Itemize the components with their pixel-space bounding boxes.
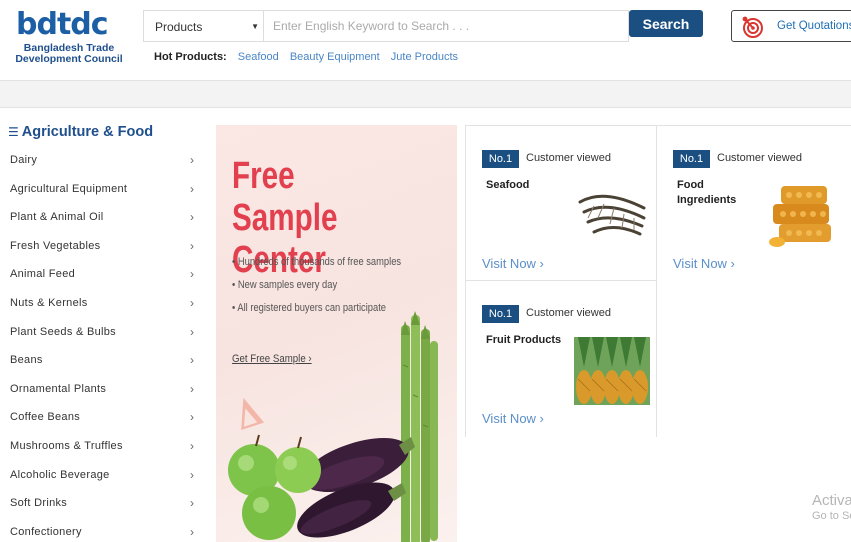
sidebar-item-label: Dairy: [10, 154, 38, 166]
nav-bar: [0, 80, 851, 108]
shrimp-image: [578, 194, 646, 236]
rank-badge: No.1: [673, 150, 710, 168]
chevron-right-icon: ›: [190, 524, 195, 539]
sidebar-item[interactable]: Animal Feed ›: [0, 260, 215, 289]
windows-activation-watermark: Activate Windows Go to Settings: [812, 492, 851, 524]
sidebar-item-label: Plant & Animal Oil: [10, 211, 104, 224]
sidebar-item-label: Nuts & Kernels: [10, 296, 88, 309]
chevron-right-icon: ›: [190, 238, 195, 253]
search-button[interactable]: Search: [629, 10, 703, 37]
sidebar-list: Dairy › Agricultural Equipment › Plant & A…: [0, 146, 215, 542]
product-card[interactable]: No.1 Customer viewed Fruit Products Visi…: [465, 281, 657, 437]
get-quotations-label: Get Quotations: [777, 20, 851, 32]
sidebar-item[interactable]: Agricultural Equipment ›: [0, 175, 215, 204]
target-icon: [742, 16, 763, 38]
chevron-right-icon: ›: [190, 267, 195, 282]
visit-now-link[interactable]: Visit Now ›: [482, 256, 544, 271]
sidebar-item[interactable]: Fresh Vegetables ›: [0, 232, 215, 261]
watermark-line-1: Activate Windows: [812, 492, 851, 509]
chevron-right-icon: ›: [190, 295, 195, 310]
hot-product-link[interactable]: Jute Products: [391, 51, 458, 63]
vegetables-image: [228, 311, 438, 542]
product-name: Fruit Products: [486, 334, 562, 346]
sidebar-item-label: Beans: [10, 354, 43, 367]
sidebar-item[interactable]: Nuts & Kernels ›: [0, 289, 215, 318]
customer-viewed-label: Customer viewed: [526, 307, 611, 319]
banner-title-line: Free Sample: [232, 155, 338, 239]
category-sidebar: ☰ Agriculture & Food Dairy › Agricultural …: [0, 120, 215, 542]
logo-line-2: Development Council: [15, 53, 123, 65]
logo-mark: bdtdc: [16, 7, 109, 42]
sidebar-item-label: Confectionery: [10, 525, 82, 538]
sidebar-item[interactable]: Mushrooms & Truffles ›: [0, 432, 215, 461]
product-name: Seafood: [486, 179, 530, 191]
site-logo[interactable]: bdtdc Bangladesh Trade Development Counc…: [10, 8, 128, 68]
sidebar-item-label: Soft Drinks: [10, 497, 68, 510]
sidebar-item-label: Ornamental Plants: [10, 382, 107, 395]
chevron-right-icon: ›: [190, 210, 195, 225]
rank-badge: No.1: [482, 305, 519, 323]
sidebar-item[interactable]: Alcoholic Beverage ›: [0, 461, 215, 490]
sidebar-item[interactable]: Ornamental Plants ›: [0, 375, 215, 404]
sidebar-item-label: Alcoholic Beverage: [10, 468, 110, 481]
chevron-right-icon: ›: [190, 181, 195, 196]
pineapples-image: [574, 337, 650, 405]
chevron-right-icon: ›: [190, 410, 195, 425]
sidebar-item-label: Agricultural Equipment: [10, 182, 128, 195]
get-quotations-button[interactable]: Get Quotations: [731, 10, 851, 42]
visit-now-link[interactable]: Visit Now ›: [673, 256, 735, 271]
chevron-right-icon: ›: [190, 381, 195, 396]
hot-products-label: Hot Products:: [154, 51, 227, 63]
chevron-right-icon: ›: [190, 467, 195, 482]
customer-viewed-label: Customer viewed: [717, 152, 802, 164]
sidebar-item-label: Mushrooms & Truffles: [10, 439, 123, 452]
honeycomb-image: [769, 186, 831, 247]
chevron-right-icon: ›: [190, 496, 195, 511]
hot-products: Hot Products: Seafood Beauty Equipment J…: [154, 51, 466, 63]
sidebar-item[interactable]: Plant & Animal Oil ›: [0, 203, 215, 232]
rank-badge: No.1: [482, 150, 519, 168]
search-category-value: Products: [155, 20, 203, 34]
sidebar-item-label: Animal Feed: [10, 268, 76, 281]
sidebar-item-label: Plant Seeds & Bulbs: [10, 325, 116, 338]
watermark-line-2: Go to Settings: [812, 510, 851, 522]
sidebar-item-label: Coffee Beans: [10, 411, 81, 424]
sidebar-item[interactable]: Dairy ›: [0, 146, 215, 175]
sidebar-title-text: Agriculture & Food: [21, 124, 154, 140]
chevron-right-icon: ›: [190, 324, 195, 339]
chevron-right-icon: ›: [190, 438, 195, 453]
sidebar-item[interactable]: Coffee Beans ›: [0, 403, 215, 432]
banner-bullet: • New samples every day: [232, 279, 338, 291]
sidebar-item-label: Fresh Vegetables: [10, 239, 101, 252]
product-card[interactable]: No.1 Customer viewed Seafood Visit Now ›: [465, 125, 657, 281]
sidebar-item[interactable]: Soft Drinks ›: [0, 489, 215, 518]
search-input[interactable]: [264, 10, 629, 42]
caret-down-icon: ▼: [251, 22, 259, 31]
product-card[interactable]: No.1 Customer viewed Food Ingredients Vi…: [657, 125, 851, 281]
sidebar-title[interactable]: ☰ Agriculture & Food: [8, 124, 153, 140]
hot-product-link[interactable]: Beauty Equipment: [290, 51, 380, 63]
banner-bullet: • Hundreds of thousands of free samples: [232, 256, 402, 268]
list-menu-icon: ☰: [8, 125, 19, 139]
header: bdtdc Bangladesh Trade Development Counc…: [0, 0, 851, 80]
sidebar-item[interactable]: Confectionery ›: [0, 518, 215, 542]
chevron-right-icon: ›: [190, 153, 195, 167]
hot-product-link[interactable]: Seafood: [238, 51, 279, 63]
visit-now-link[interactable]: Visit Now ›: [482, 411, 544, 426]
sidebar-item[interactable]: Beans ›: [0, 346, 215, 375]
sidebar-item[interactable]: Plant Seeds & Bulbs ›: [0, 318, 215, 347]
search-category-select[interactable]: Products ▼: [143, 10, 264, 42]
free-sample-banner[interactable]: Free Sample Center • Hundreds of thousan…: [216, 125, 457, 542]
customer-viewed-label: Customer viewed: [526, 152, 611, 164]
chevron-right-icon: ›: [190, 353, 195, 368]
product-name: Food Ingredients: [677, 179, 737, 206]
page: bdtdc Bangladesh Trade Development Counc…: [0, 0, 851, 542]
